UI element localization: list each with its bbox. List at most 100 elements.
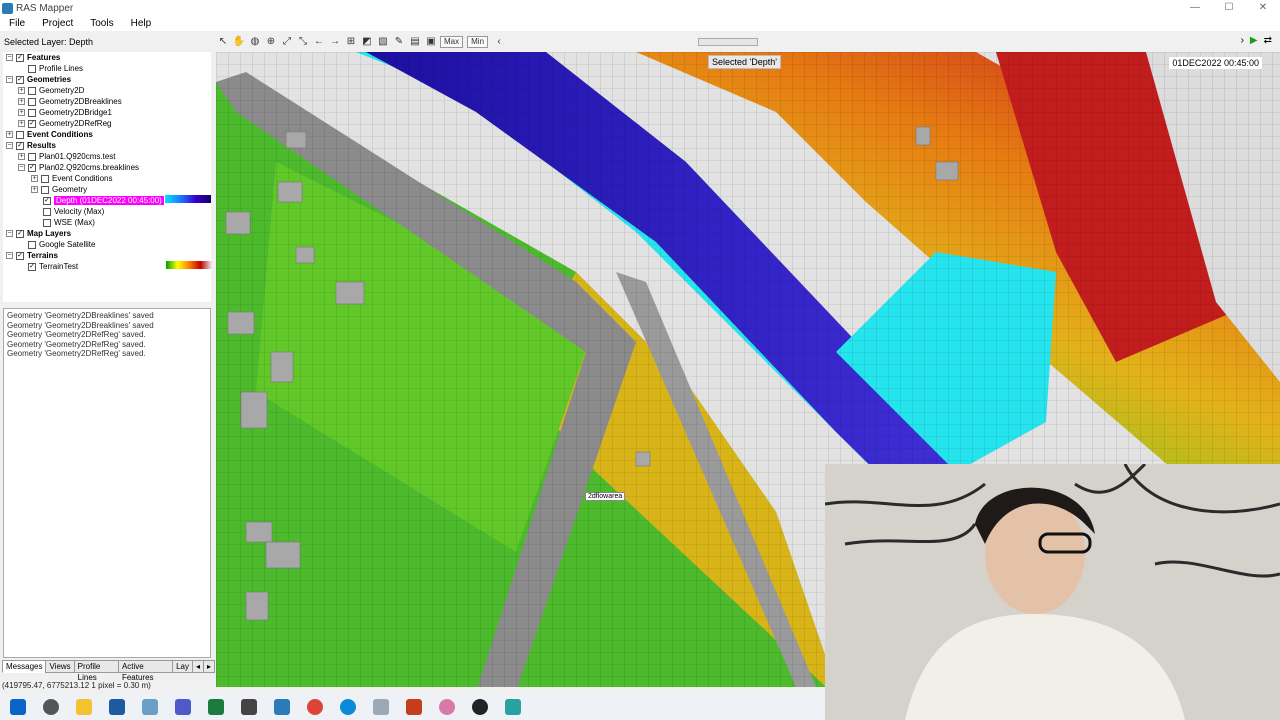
chrome-icon[interactable] xyxy=(307,699,323,715)
obs-icon[interactable] xyxy=(472,699,488,715)
terrain-test-checkbox[interactable]: ✓ xyxy=(28,262,36,271)
tree-features[interactable]: − ✓ Features xyxy=(6,52,60,63)
zoom-in-icon[interactable]: ⊕ xyxy=(264,35,278,48)
velocity-checkbox[interactable] xyxy=(43,207,51,216)
tab-profile-lines[interactable]: Profile Lines xyxy=(73,660,119,682)
geometry-checkbox[interactable] xyxy=(28,97,36,106)
app-icon[interactable] xyxy=(142,699,158,715)
terrains-checkbox[interactable]: ✓ xyxy=(16,251,24,260)
globe-icon[interactable]: ◍ xyxy=(248,35,262,48)
collapse-icon[interactable]: − xyxy=(6,230,13,237)
tree-geometry-item[interactable]: + ✓ Geometry2DRefReg xyxy=(18,118,111,129)
tree-geometry-item[interactable]: + Geometry2D xyxy=(18,85,84,96)
expand-icon[interactable]: + xyxy=(18,98,25,105)
expand-icon[interactable]: + xyxy=(18,153,25,160)
max-button[interactable]: Max xyxy=(440,35,464,48)
ras-mapper-icon[interactable] xyxy=(505,699,521,715)
collapse-icon[interactable]: − xyxy=(6,76,13,83)
tree-plan2-geometry[interactable]: + Geometry xyxy=(31,184,87,195)
step-right-icon[interactable]: › xyxy=(1241,35,1244,46)
tab-views[interactable]: Views xyxy=(45,660,75,673)
wse-checkbox[interactable] xyxy=(43,218,51,227)
plan2-checkbox[interactable]: ✓ xyxy=(28,163,36,172)
geometry-checkbox[interactable] xyxy=(28,86,36,95)
file-explorer-icon[interactable] xyxy=(76,699,92,715)
back-arrow-icon[interactable]: ← xyxy=(312,35,326,48)
zoom-extent-icon[interactable]: ⤢ xyxy=(280,35,294,48)
tree-results[interactable]: − ✓ Results xyxy=(6,140,56,151)
edge-icon[interactable] xyxy=(340,699,356,715)
map-layers-checkbox[interactable]: ✓ xyxy=(16,229,24,238)
time-left-icon[interactable]: ‹ xyxy=(492,35,506,48)
tree-depth[interactable]: ✓ Depth (01DEC2022 00:45:00) xyxy=(43,195,164,206)
tree-plan2[interactable]: − ✓ Plan02.Q920cms.breaklines xyxy=(18,162,139,173)
tab-layers[interactable]: Lay xyxy=(172,660,193,673)
menu-project[interactable]: Project xyxy=(33,18,81,29)
ras-icon[interactable] xyxy=(274,699,290,715)
teams-icon[interactable] xyxy=(175,699,191,715)
menu-file[interactable]: File xyxy=(0,18,33,29)
animate-icon[interactable]: ⇄ xyxy=(1264,35,1272,46)
tree-velocity[interactable]: Velocity (Max) xyxy=(43,206,104,217)
forward-arrow-icon[interactable]: → xyxy=(328,35,342,48)
collapse-icon[interactable]: − xyxy=(6,54,13,61)
geometry-checkbox[interactable] xyxy=(28,108,36,117)
profile-icon[interactable]: ◩ xyxy=(360,35,374,48)
tree-terrain-test[interactable]: ✓ TerrainTest xyxy=(28,261,78,272)
tree-plan1[interactable]: + Plan01.Q920cms.test xyxy=(18,151,115,162)
excel-icon[interactable] xyxy=(208,699,224,715)
expand-icon[interactable]: + xyxy=(18,109,25,116)
depth-checkbox[interactable]: ✓ xyxy=(43,196,51,205)
tree-profile-lines[interactable]: Profile Lines xyxy=(28,63,83,74)
close-icon[interactable]: ✕ xyxy=(1246,0,1280,16)
browser-icon[interactable] xyxy=(109,699,125,715)
collapse-icon[interactable]: − xyxy=(6,142,13,149)
plot-icon[interactable]: ▣ xyxy=(424,35,438,48)
expand-icon[interactable]: + xyxy=(18,120,25,127)
min-button[interactable]: Min xyxy=(467,35,489,48)
plan1-checkbox[interactable] xyxy=(28,152,36,161)
tree-wse[interactable]: WSE (Max) xyxy=(43,217,95,228)
tree-geometries[interactable]: − ✓ Geometries xyxy=(6,74,71,85)
google-checkbox[interactable] xyxy=(28,240,36,249)
paint-icon[interactable] xyxy=(439,699,455,715)
tree-google[interactable]: Google Satellite xyxy=(28,239,95,250)
tree-geometry-item[interactable]: + Geometry2DBridge1 xyxy=(18,107,112,118)
features-checkbox[interactable]: ✓ xyxy=(16,53,24,62)
tool-icon[interactable]: ✎ xyxy=(392,35,406,48)
geometry-checkbox[interactable]: ✓ xyxy=(28,119,36,128)
tree-terrains[interactable]: − ✓ Terrains xyxy=(6,250,58,261)
results-checkbox[interactable]: ✓ xyxy=(16,141,24,150)
tree-geometry-item[interactable]: + Geometry2DBreaklines xyxy=(18,96,122,107)
layers-icon[interactable]: ▤ xyxy=(408,35,422,48)
geometries-checkbox[interactable]: ✓ xyxy=(16,75,24,84)
mail-icon[interactable] xyxy=(373,699,389,715)
settings-icon[interactable] xyxy=(241,699,257,715)
maximize-icon[interactable]: ☐ xyxy=(1212,0,1246,16)
play-icon[interactable]: ▶ xyxy=(1250,35,1258,46)
tab-active-features[interactable]: Active Features xyxy=(117,660,174,682)
menu-help[interactable]: Help xyxy=(122,18,160,29)
minimize-icon[interactable]: — xyxy=(1178,0,1212,16)
menu-tools[interactable]: Tools xyxy=(81,18,121,29)
measure-icon[interactable]: ⊞ xyxy=(344,35,358,48)
tree-event-conditions[interactable]: + Event Conditions xyxy=(6,129,93,140)
tree-map-layers[interactable]: − ✓ Map Layers xyxy=(6,228,71,239)
map-icon[interactable]: ▧ xyxy=(376,35,390,48)
collapse-icon[interactable]: − xyxy=(18,164,25,171)
profile-lines-checkbox[interactable] xyxy=(28,64,36,73)
tree-plan2-event[interactable]: + Event Conditions xyxy=(31,173,112,184)
event-conditions-checkbox[interactable] xyxy=(16,130,24,139)
start-icon[interactable] xyxy=(10,699,26,715)
tab-messages[interactable]: Messages xyxy=(2,660,47,673)
plan2-event-checkbox[interactable] xyxy=(41,174,49,183)
tab-scroll-right-icon[interactable]: ▸ xyxy=(202,660,215,673)
zoom-full-icon[interactable]: ⤡ xyxy=(296,35,310,48)
search-icon[interactable] xyxy=(43,699,59,715)
expand-icon[interactable]: + xyxy=(6,131,13,138)
plan2-geometry-checkbox[interactable] xyxy=(41,185,49,194)
expand-icon[interactable]: + xyxy=(18,87,25,94)
time-slider[interactable] xyxy=(698,37,759,46)
expand-icon[interactable]: + xyxy=(31,186,38,193)
collapse-icon[interactable]: − xyxy=(6,252,13,259)
